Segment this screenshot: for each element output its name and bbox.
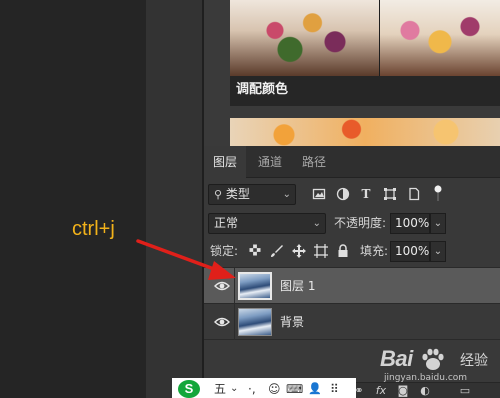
fx-icon[interactable]: fx [374,384,388,398]
paw-icon [420,348,446,376]
tab-channels[interactable]: 通道 [250,146,290,178]
filter-kind-dropdown[interactable]: ⚲ 类型 ⌄ [208,184,296,205]
search-icon: ⚲ [214,188,223,201]
tab-paths[interactable]: 路径 [294,146,334,178]
filter-toggle[interactable] [434,185,442,201]
eye-icon[interactable] [214,278,230,292]
lock-artboard-icon[interactable] [314,244,328,258]
eye-icon[interactable] [214,314,230,328]
watermark-url: jingyan.baidu.com [384,373,468,383]
watermark-brand-cn: 经验 [460,353,488,369]
mask-icon[interactable]: ◙ [396,384,410,398]
canvas-gutter [146,0,204,398]
tab-layers[interactable]: 图层 [204,146,246,178]
blend-row: 正常 ⌄ 不透明度: 100% ⌄ [204,213,500,241]
chevron-down-icon: ⌄ [312,218,321,229]
visibility-column-divider [234,304,235,340]
watermark-brand: Bai [380,346,413,371]
panel-tabs: 图层 通道 路径 [204,146,500,178]
layer-name[interactable]: 图层 1 [280,268,315,304]
shape-filter-icon[interactable] [383,187,397,201]
lock-row: 锁定: 填充: 100% ⌄ [204,241,500,269]
opacity-label: 不透明度: [334,216,387,230]
adjustment-filter-icon[interactable] [336,187,350,201]
fill-label: 填充: [360,244,389,258]
learn-panel: 调配颜色 [204,0,500,146]
lock-all-icon[interactable] [336,244,350,258]
layer-row-background[interactable]: 背景 [204,304,500,340]
smart-object-filter-icon[interactable] [407,187,421,201]
sogou-logo-icon[interactable]: S [178,380,200,398]
layer-thumbnail[interactable] [238,272,272,300]
visibility-column-divider [234,268,235,304]
adjustment-icon[interactable]: ◐ [418,384,432,398]
tutorial-thumbnail-next[interactable] [230,118,500,146]
tutorial-card-title[interactable]: 调配颜色 [230,76,500,106]
filter-row: ⚲ 类型 ⌄ T [204,184,500,212]
ime-user-icon[interactable]: 👤 [308,381,322,397]
tutorial-thumbnail-after[interactable] [380,0,500,76]
blend-mode-dropdown[interactable]: 正常 ⌄ [208,213,326,234]
opacity-input[interactable]: 100% [390,213,430,234]
filter-kind-label: 类型 [225,187,250,201]
type-filter-icon[interactable]: T [359,187,373,201]
ime-punctuation[interactable]: ·, [248,381,256,397]
ime-wubi-mode[interactable]: 五 [214,381,226,397]
ime-toolbar: S 五 ⌄ ·, ☺ ⌨ 👤 ⠿ [172,378,356,398]
ime-tools-icon[interactable]: ⠿ [330,381,339,397]
folder-icon[interactable]: ▭ [458,384,472,398]
baidu-jingyan-watermark: Bai 经验 jingyan.baidu.com [380,346,498,386]
layer-row-layer1[interactable]: 图层 1 [204,268,500,304]
photoshop-window: 调配颜色 图层 通道 路径 ⚲ 类型 ⌄ T 正常 ⌄ 不透明度: 100% ⌄… [0,0,500,398]
ime-emoji-icon[interactable]: ☺ [268,381,281,397]
tutorial-thumbnail-before[interactable] [230,0,380,76]
layer-thumbnail[interactable] [238,308,272,336]
shortcut-annotation: ctrl+j [72,218,115,240]
fill-input[interactable]: 100% [390,241,430,262]
lock-paint-icon[interactable] [270,244,284,258]
ime-menu-chevron[interactable]: ⌄ [230,381,238,397]
layer-name[interactable]: 背景 [280,304,304,340]
image-filter-icon[interactable] [312,187,326,201]
lock-move-icon[interactable] [292,244,306,258]
ime-keyboard-icon[interactable]: ⌨ [286,381,303,397]
blend-mode-value: 正常 [214,216,239,230]
fill-dropdown-icon[interactable]: ⌄ [430,241,446,262]
lock-transparent-icon[interactable] [248,244,262,258]
chevron-down-icon: ⌄ [282,189,291,200]
lock-label: 锁定: [210,244,239,258]
opacity-dropdown-icon[interactable]: ⌄ [430,213,446,234]
document-canvas[interactable] [0,0,146,398]
